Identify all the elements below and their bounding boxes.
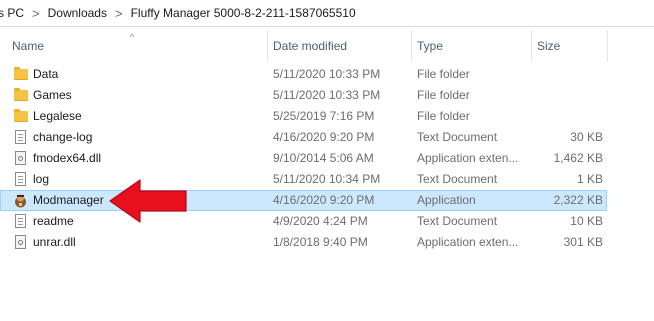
file-type: File folder bbox=[417, 88, 470, 102]
column-header-type-label: Type bbox=[417, 39, 444, 53]
file-name: Legalese bbox=[33, 109, 82, 123]
file-name: Modmanager bbox=[33, 193, 104, 207]
file-row[interactable]: change-log 4/16/2020 9:20 PM Text Docume… bbox=[0, 127, 607, 148]
breadcrumb-this-pc[interactable]: s PC bbox=[0, 6, 28, 20]
file-size: 301 KB bbox=[563, 235, 603, 249]
file-size: 1 KB bbox=[576, 172, 603, 186]
chevron-right-icon[interactable]: > bbox=[28, 6, 44, 21]
file-row[interactable]: log 5/11/2020 10:34 PM Text Document 1 K… bbox=[0, 169, 607, 190]
file-name: Data bbox=[33, 67, 59, 81]
file-row[interactable]: readme 4/9/2020 4:24 PM Text Document 10… bbox=[0, 211, 607, 232]
file-size bbox=[537, 85, 603, 106]
file-date-modified: 5/25/2019 7:16 PM bbox=[273, 109, 375, 123]
file-row-selected[interactable]: Modmanager 4/16/2020 9:20 PM Application… bbox=[0, 190, 607, 211]
file-name: Games bbox=[33, 88, 72, 102]
breadcrumb: s PC > Downloads > Fluffy Manager 5000-8… bbox=[0, 0, 654, 27]
file-name: readme bbox=[33, 214, 74, 228]
file-row[interactable]: Legalese 5/25/2019 7:16 PM File folder bbox=[0, 106, 607, 127]
file-size: 10 KB bbox=[570, 214, 603, 228]
file-type: Application exten... bbox=[417, 151, 519, 165]
application-icon bbox=[15, 194, 26, 208]
file-date-modified: 5/11/2020 10:34 PM bbox=[273, 172, 381, 186]
file-name: fmodex64.dll bbox=[33, 151, 102, 165]
dll-icon bbox=[15, 235, 26, 249]
folder-icon bbox=[14, 109, 28, 122]
column-header-name-label: Name bbox=[12, 39, 45, 53]
file-date-modified: 5/11/2020 10:33 PM bbox=[273, 67, 381, 81]
file-list: Data 5/11/2020 10:33 PM File folder Game… bbox=[0, 64, 654, 253]
column-header-size-label: Size bbox=[537, 39, 561, 53]
chevron-right-icon[interactable]: > bbox=[111, 6, 127, 21]
annotation-arrow-icon bbox=[109, 179, 187, 223]
file-date-modified: 4/16/2020 9:20 PM bbox=[273, 193, 375, 207]
file-row[interactable]: fmodex64.dll 9/10/2014 5:06 AM Applicati… bbox=[0, 148, 607, 169]
column-header-size[interactable]: Size bbox=[537, 30, 607, 62]
file-type: Text Document bbox=[417, 172, 498, 186]
folder-icon bbox=[14, 88, 28, 101]
file-date-modified: 4/16/2020 9:20 PM bbox=[273, 130, 375, 144]
file-date-modified: 4/9/2020 4:24 PM bbox=[273, 214, 368, 228]
column-divider[interactable] bbox=[267, 30, 268, 62]
file-type: Text Document bbox=[417, 214, 498, 228]
file-date-modified: 9/10/2014 5:06 AM bbox=[273, 151, 374, 165]
file-size bbox=[537, 106, 603, 127]
column-header-type[interactable]: Type bbox=[417, 30, 531, 62]
text-document-icon bbox=[15, 172, 26, 186]
file-row[interactable]: unrar.dll 1/8/2018 9:40 PM Application e… bbox=[0, 232, 607, 253]
file-type: Application exten... bbox=[417, 235, 519, 249]
column-header-date-modified[interactable]: Date modified bbox=[273, 30, 411, 62]
file-name: unrar.dll bbox=[33, 235, 76, 249]
column-header-name[interactable]: Name bbox=[12, 30, 267, 62]
text-document-icon bbox=[15, 130, 26, 144]
column-header-row: ^ Name Date modified Type Size bbox=[0, 30, 654, 62]
file-type: Application bbox=[417, 193, 476, 207]
file-type: File folder bbox=[417, 109, 470, 123]
breadcrumb-current-folder[interactable]: Fluffy Manager 5000-8-2-211-1587065510 bbox=[127, 6, 360, 20]
breadcrumb-downloads[interactable]: Downloads bbox=[44, 6, 111, 20]
file-row[interactable]: Data 5/11/2020 10:33 PM File folder bbox=[0, 64, 607, 85]
file-row[interactable]: Games 5/11/2020 10:33 PM File folder bbox=[0, 85, 607, 106]
file-name: log bbox=[33, 172, 50, 186]
file-date-modified: 1/8/2018 9:40 PM bbox=[273, 235, 368, 249]
file-size: 1,462 KB bbox=[553, 151, 603, 165]
file-type: Text Document bbox=[417, 130, 498, 144]
dll-icon bbox=[15, 151, 26, 165]
file-size: 2,322 KB bbox=[553, 193, 603, 207]
column-divider[interactable] bbox=[411, 30, 412, 62]
file-size bbox=[537, 64, 603, 85]
folder-icon bbox=[14, 67, 28, 80]
column-divider[interactable] bbox=[531, 30, 532, 62]
file-type: File folder bbox=[417, 67, 470, 81]
file-size: 30 KB bbox=[570, 130, 603, 144]
file-date-modified: 5/11/2020 10:33 PM bbox=[273, 88, 381, 102]
file-name: change-log bbox=[33, 130, 93, 144]
text-document-icon bbox=[15, 214, 26, 228]
column-divider[interactable] bbox=[607, 30, 608, 62]
column-header-date-label: Date modified bbox=[273, 39, 348, 53]
